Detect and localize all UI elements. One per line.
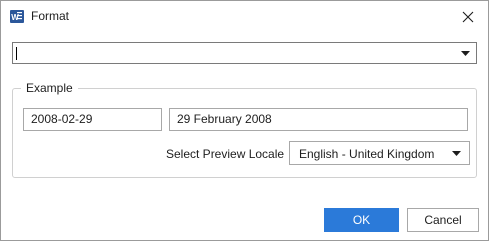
locale-select-value: English - United Kingdom: [299, 147, 435, 161]
cancel-button[interactable]: Cancel: [407, 208, 479, 232]
close-button[interactable]: [448, 1, 488, 32]
dropdown-arrow-icon[interactable]: [461, 51, 470, 56]
chevron-down-icon: [452, 151, 461, 156]
long-date-preview: 29 February 2008: [169, 108, 468, 131]
locale-select[interactable]: English - United Kingdom: [289, 141, 470, 165]
short-date-preview: 2008-02-29: [23, 108, 162, 131]
close-icon: [462, 11, 474, 22]
dialog-title: Format: [31, 9, 70, 23]
locale-label: Select Preview Locale: [166, 147, 285, 161]
svg-text:W: W: [11, 13, 19, 22]
ok-button[interactable]: OK: [324, 208, 399, 232]
example-group-label: Example: [21, 81, 78, 96]
example-group: Example 2008-02-29 29 February 2008 Sele…: [12, 81, 477, 178]
text-caret: [16, 47, 17, 60]
title-bar: W Format: [1, 1, 488, 32]
format-dialog: W Format Example 2008-02-29 29 February …: [0, 0, 489, 241]
format-combobox[interactable]: [12, 42, 477, 64]
word-icon: W: [10, 10, 24, 23]
